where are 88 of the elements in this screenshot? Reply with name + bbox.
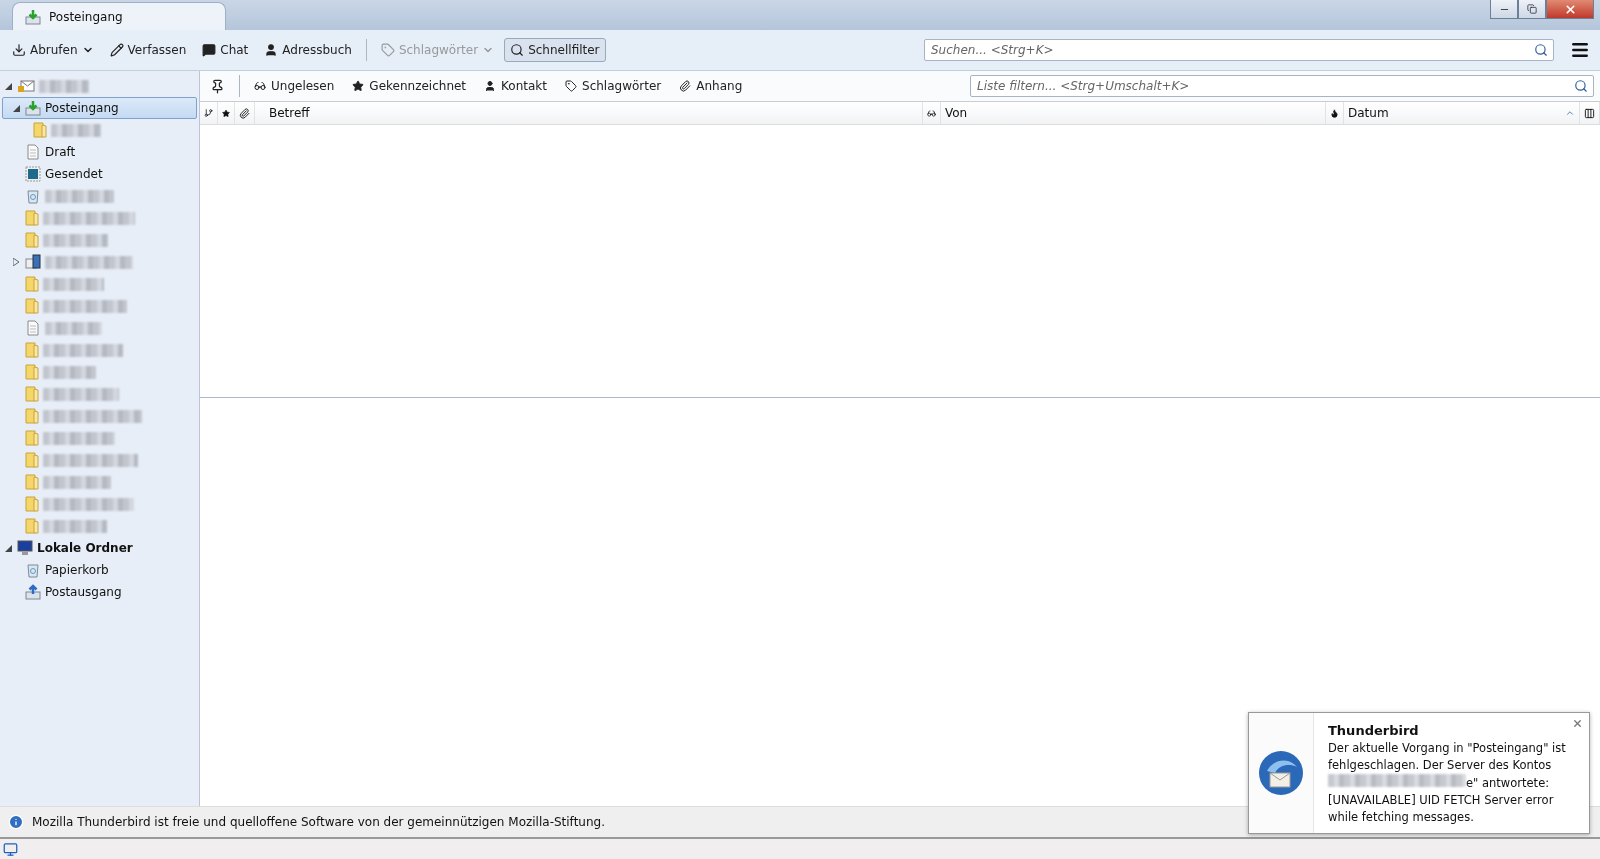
folder-icon: [25, 232, 39, 248]
pencil-icon: [109, 43, 124, 57]
filter-button[interactable]: Gekennzeichnet: [348, 76, 471, 96]
restore-icon: [1527, 4, 1537, 14]
folder-item[interactable]: Lokale Ordner: [2, 537, 197, 559]
folder-icon: [25, 518, 39, 534]
search-icon: [510, 43, 525, 57]
filter-button[interactable]: Ungelesen: [250, 76, 339, 96]
folder-icon: [25, 298, 39, 314]
trash-icon: [25, 562, 41, 578]
folder-icon: [25, 430, 39, 446]
filter-button[interactable]: Anhang: [675, 76, 747, 96]
folder-icon: [25, 276, 39, 292]
filter-field[interactable]: Liste filtern... <Strg+Umschalt+K>: [970, 75, 1594, 97]
folder-icon: [33, 122, 47, 138]
folder-icon: [25, 474, 39, 490]
toolbar-button[interactable]: Verfassen: [103, 38, 193, 62]
info-message: Mozilla Thunderbird ist freie und quelloffene Software von der gemeinnützigen Mozilla-Stiftung.: [32, 815, 605, 829]
star-icon: [222, 107, 230, 119]
server-icon: [25, 254, 41, 270]
restore-button[interactable]: [1518, 0, 1546, 19]
search-field[interactable]: Suchen... <Strg+K>: [924, 39, 1554, 61]
info-icon: [8, 814, 24, 830]
pin-icon: [210, 78, 225, 94]
columns-icon: [1584, 107, 1595, 119]
stamp-icon: [25, 166, 41, 182]
inbox-icon: [25, 8, 41, 25]
folder-name: Lokale Ordner: [37, 541, 133, 555]
close-icon: [1563, 2, 1577, 16]
close-button[interactable]: [1546, 0, 1594, 19]
outbox-icon: [25, 584, 41, 600]
folder-name: Gesendet: [45, 167, 103, 181]
search-icon: [1534, 43, 1548, 57]
folder-item[interactable]: Postausgang: [2, 581, 197, 603]
folder-icon: [25, 452, 39, 468]
tab-title: Posteingang: [49, 9, 123, 24]
folder-item[interactable]: Gesendet: [2, 163, 197, 185]
folder-name: Postausgang: [45, 585, 122, 599]
flame-icon: [1330, 107, 1339, 119]
person-icon: [484, 80, 497, 92]
bird-envelope-icon: [1257, 749, 1305, 797]
tag-icon: [380, 43, 395, 57]
folder-item[interactable]: Papierkorb: [2, 559, 197, 581]
speech-bubble-icon: [202, 43, 217, 57]
column-header[interactable]: Datum: [1344, 102, 1580, 124]
document-icon: [25, 144, 41, 160]
folder-item[interactable]: Posteingang: [2, 97, 197, 119]
star-icon: [352, 80, 365, 92]
folder-name: Draft: [45, 145, 76, 159]
folder-icon: [25, 408, 39, 424]
folder-icon: [25, 386, 39, 402]
column-header[interactable]: Von: [941, 102, 1326, 124]
thread-icon: [204, 108, 213, 118]
folder-icon: [25, 496, 39, 512]
folder-name: Papierkorb: [45, 563, 109, 577]
folder-item[interactable]: Draft: [2, 141, 197, 163]
glasses-icon: [254, 80, 266, 92]
folder-icon: [25, 342, 39, 358]
column-header[interactable]: Betreff: [255, 102, 923, 124]
mail-lock-icon: [17, 78, 35, 94]
trash-icon: [25, 188, 41, 204]
folder-icon: [25, 364, 39, 380]
monitor-icon: [17, 540, 33, 556]
paperclip-icon: [679, 80, 692, 92]
search-icon: [1574, 79, 1588, 93]
toolbar-button[interactable]: Chat: [196, 38, 255, 62]
close-icon[interactable]: [1572, 718, 1583, 729]
minimize-button[interactable]: [1490, 0, 1518, 19]
tag-icon: [565, 80, 577, 92]
notification-message: Der aktuelle Vorgang in "Posteingang" ist fehlgeschlagen. Der Server des Kontos e" antwortete: [UNAVAILABLE] UID FETCH Server error while fetching messages.: [1328, 740, 1567, 826]
toolbar-button[interactable]: Adressbuch: [258, 38, 358, 62]
document-icon: [25, 320, 41, 336]
filter-button[interactable]: Kontakt: [480, 76, 551, 96]
column-label: Datum: [1348, 106, 1389, 120]
network-icon: [3, 841, 18, 857]
inbox-icon: [25, 100, 41, 116]
menu-icon[interactable]: [1570, 40, 1590, 60]
mail-tab[interactable]: Posteingang: [12, 2, 226, 30]
paperclip-icon: [239, 107, 250, 119]
folder-icon: [25, 210, 39, 226]
filter-button[interactable]: Schlagwörter: [561, 76, 666, 96]
toolbar-button[interactable]: Abrufen: [6, 38, 100, 62]
download-icon: [12, 43, 26, 57]
glasses-icon: [927, 107, 936, 119]
person-icon: [264, 43, 279, 57]
notification-title: Thunderbird: [1328, 723, 1420, 738]
toolbar-button[interactable]: Schnellfilter: [504, 38, 606, 62]
folder-name: Posteingang: [45, 101, 119, 115]
